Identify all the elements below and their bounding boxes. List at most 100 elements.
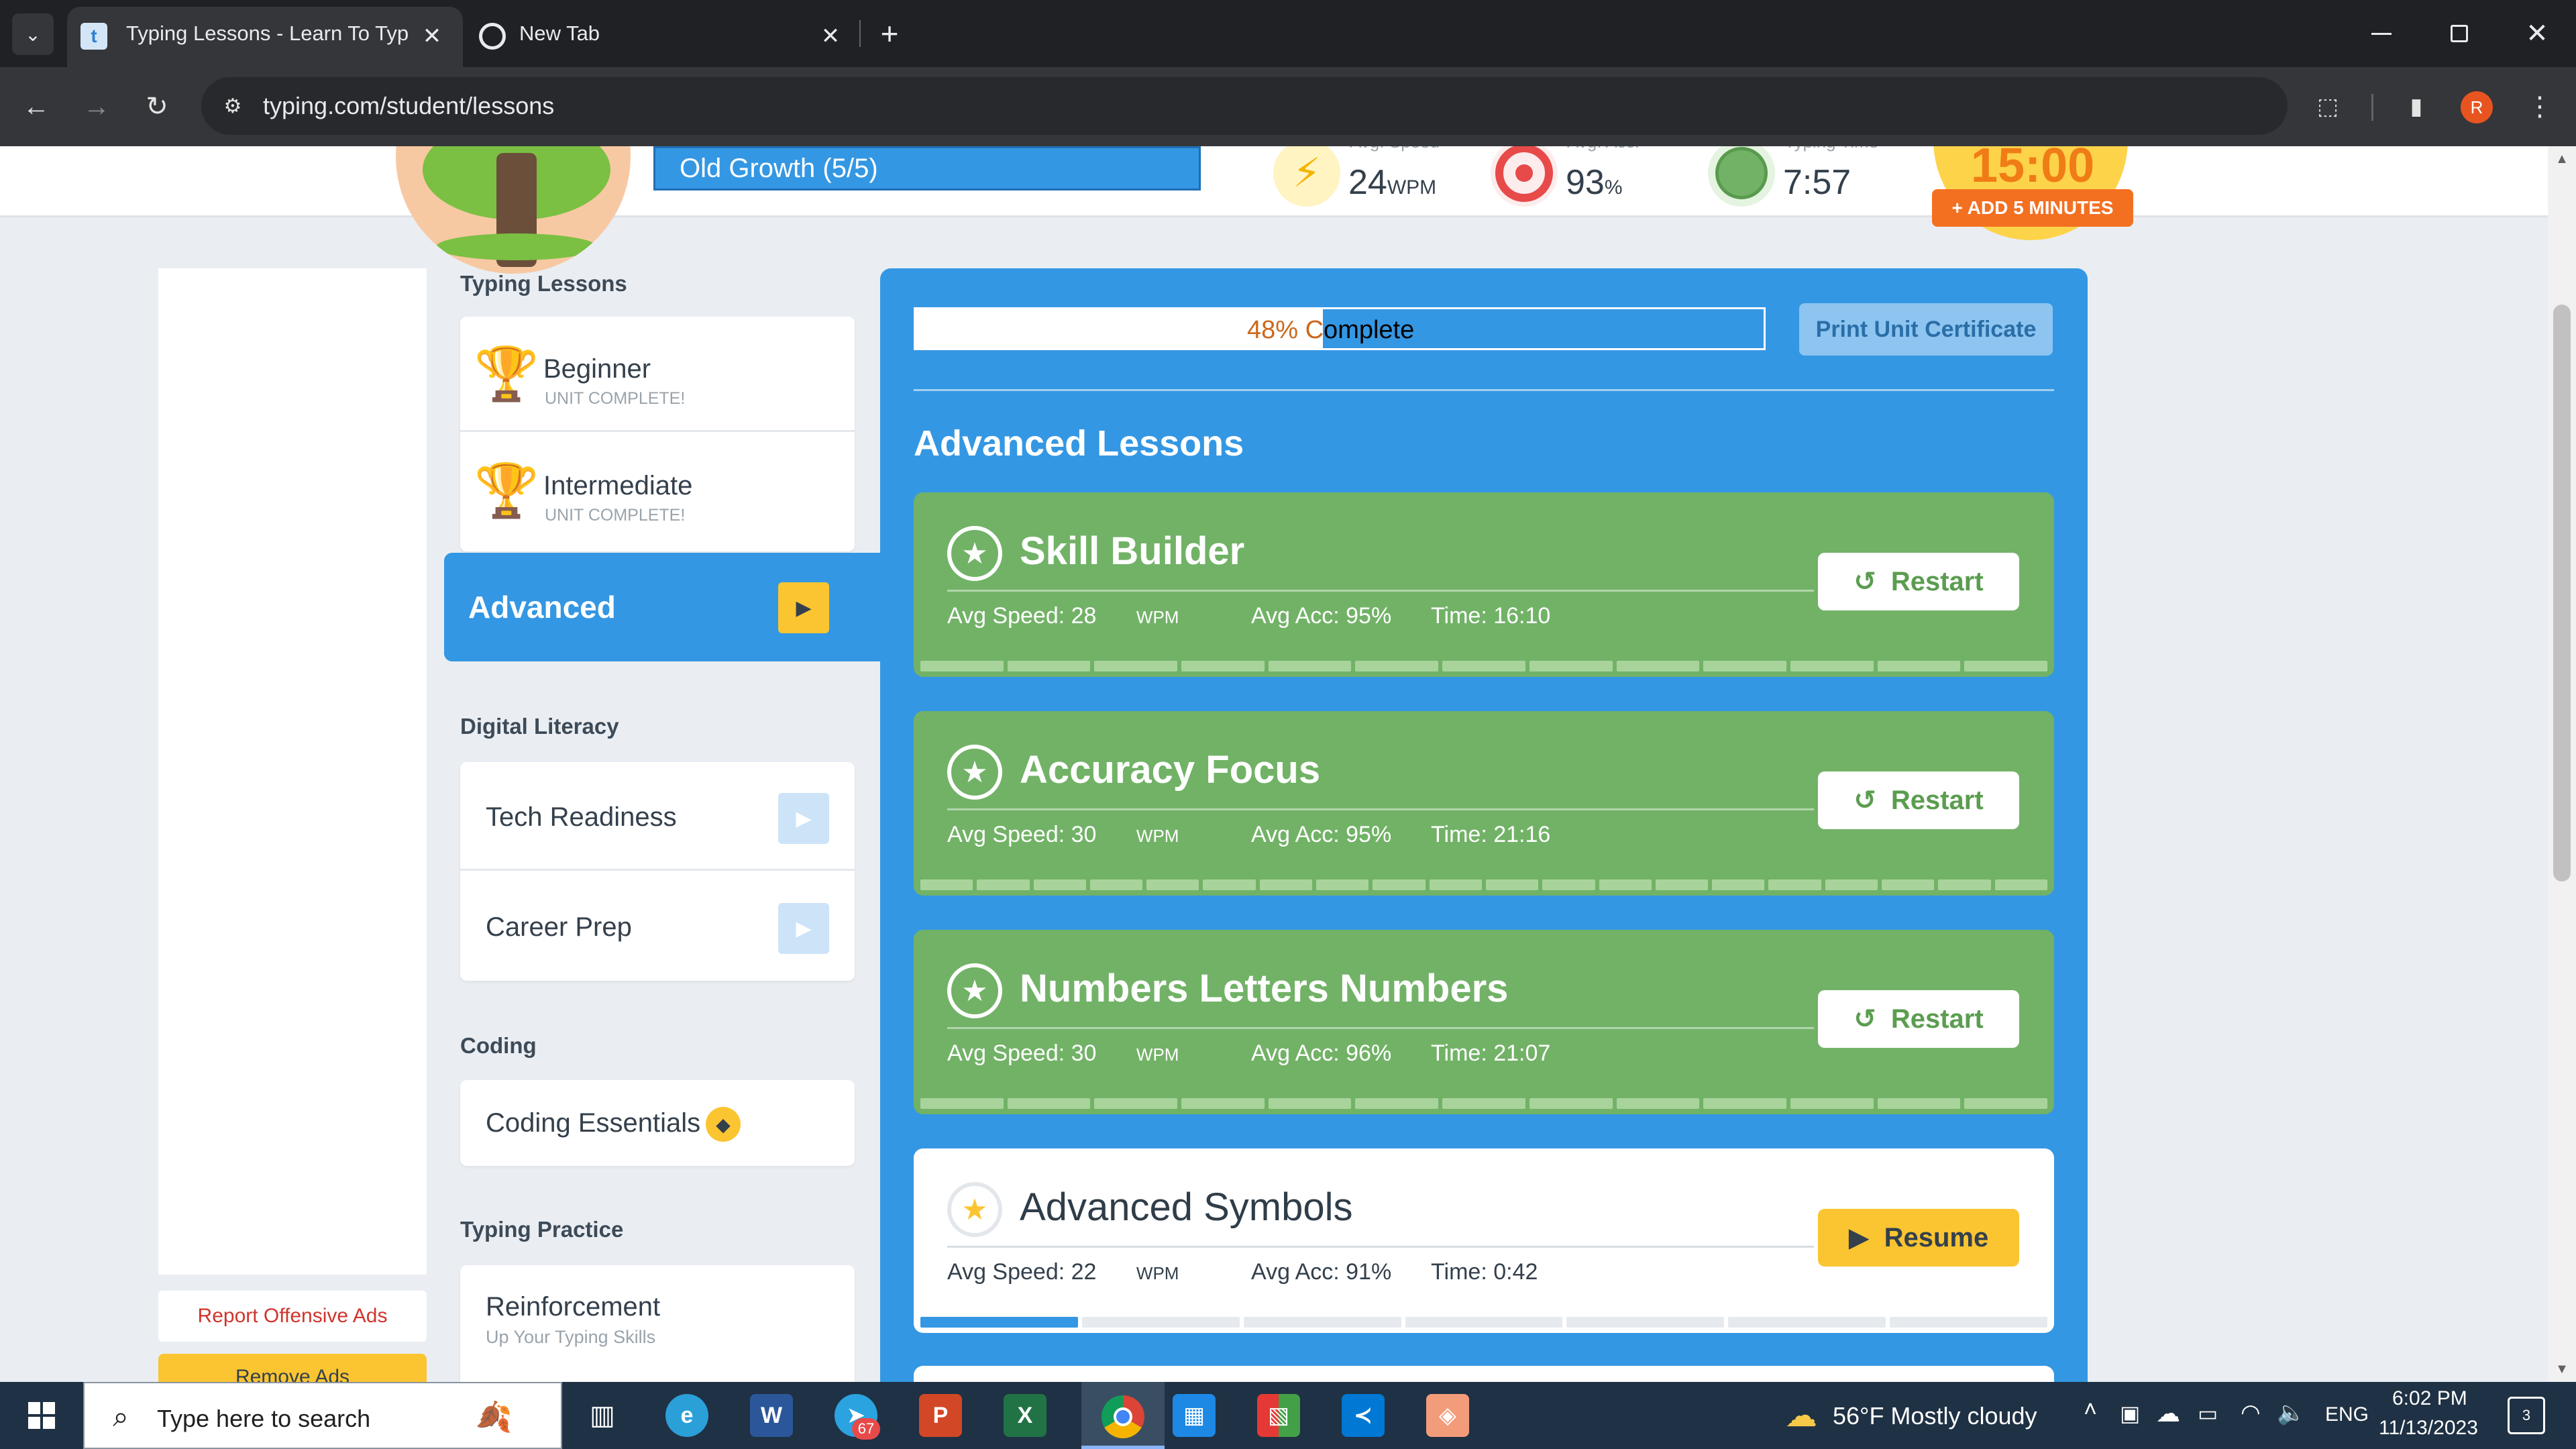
nav-item-reinforcement[interactable]: Reinforcement Up Your Typing Skills bbox=[460, 1265, 855, 1382]
restart-button[interactable]: ↺ Restart bbox=[1818, 771, 2019, 829]
restart-button[interactable]: ↺ Restart bbox=[1818, 553, 2019, 610]
taskbar-search-box[interactable]: ⌕ Type here to search 🍂 bbox=[83, 1382, 562, 1449]
nav-item-subtitle: Up Your Typing Skills bbox=[486, 1327, 656, 1347]
tab-active[interactable]: t Typing Lessons - Learn To Type ✕ bbox=[67, 7, 463, 67]
taskbar-active-app[interactable] bbox=[1081, 1382, 1165, 1449]
star-icon: ★ bbox=[947, 963, 1002, 1018]
address-bar[interactable]: ⚙ typing.com/student/lessons bbox=[201, 77, 2288, 135]
search-highlight-icon: 🍂 bbox=[475, 1401, 513, 1434]
weather-text[interactable]: 56°F Mostly cloudy bbox=[1833, 1402, 2037, 1430]
site-settings-icon[interactable]: ⚙ bbox=[215, 88, 251, 124]
progress-segment bbox=[1259, 879, 1313, 890]
onedrive-icon[interactable]: ☁ bbox=[2156, 1399, 2180, 1428]
side-panel-icon[interactable]: ▮ bbox=[2396, 87, 2436, 127]
wifi-icon[interactable]: ◠ bbox=[2241, 1399, 2261, 1426]
panel-divider bbox=[914, 389, 2054, 391]
progress-segment bbox=[1243, 1317, 1401, 1328]
lightning-icon: ⚡ bbox=[1273, 146, 1340, 207]
battery-icon[interactable]: ▭ bbox=[2198, 1401, 2218, 1426]
report-ads-link[interactable]: Report Offensive Ads bbox=[158, 1291, 427, 1342]
weather-icon[interactable]: ☁ bbox=[1778, 1394, 1825, 1437]
play-icon[interactable]: ▶ bbox=[778, 582, 829, 633]
print-certificate-button[interactable]: Print Unit Certificate bbox=[1799, 303, 2053, 356]
progress-segment bbox=[1094, 1098, 1178, 1109]
extensions-icon[interactable]: ⬚ bbox=[2308, 87, 2348, 127]
ad-space bbox=[158, 268, 427, 1275]
language-indicator[interactable]: ENG bbox=[2325, 1403, 2369, 1426]
tab-title: New Tab bbox=[519, 21, 600, 45]
progress-segment bbox=[1529, 661, 1613, 672]
nav-item-tech-readiness[interactable]: Tech Readiness ▶ bbox=[460, 762, 855, 871]
stat-speed-label: Avg. Speed bbox=[1350, 146, 1440, 152]
browser-menu-icon[interactable]: ⋮ bbox=[2520, 87, 2560, 127]
nav-item-intermediate[interactable]: 🏆 Intermediate UNIT COMPLETE! bbox=[460, 433, 855, 551]
clock-date[interactable]: 11/13/2023 bbox=[2379, 1417, 2478, 1440]
excel-icon[interactable]: X bbox=[1004, 1394, 1046, 1437]
trophy-icon: 🏆 bbox=[474, 344, 539, 403]
url-text[interactable]: typing.com/student/lessons bbox=[263, 92, 554, 120]
play-icon[interactable]: ▶ bbox=[778, 903, 829, 954]
close-window-icon[interactable]: ✕ bbox=[2517, 13, 2557, 54]
progress-segment bbox=[1964, 661, 2047, 672]
forward-arrow-icon[interactable]: → bbox=[76, 87, 117, 127]
word-icon[interactable]: W bbox=[750, 1394, 793, 1437]
lesson-card-advanced-symbols[interactable]: ★ Advanced Symbols Avg Speed: 22 WPM Avg… bbox=[914, 1148, 2054, 1333]
paint-app-icon[interactable]: ▧ bbox=[1257, 1394, 1300, 1437]
lesson-stats: Avg Speed: 30 WPM Avg Acc: 95% Time: 21:… bbox=[947, 822, 1584, 848]
lesson-time: Time: 21:07 bbox=[1431, 1040, 1551, 1066]
lesson-card-skill-builder[interactable]: ★ Skill Builder Avg Speed: 28 WPM Avg Ac… bbox=[914, 492, 2054, 677]
nav-item-advanced[interactable]: Advanced ▶ bbox=[444, 553, 880, 661]
lessons-panel: 48% Complete Print Unit Certificate Adva… bbox=[880, 268, 2088, 1382]
calendar-icon[interactable]: ▦ bbox=[1173, 1394, 1216, 1437]
vscode-icon[interactable]: ≺ bbox=[1342, 1394, 1385, 1437]
powerpoint-icon[interactable]: P bbox=[919, 1394, 962, 1437]
tab-title: Typing Lessons - Learn To Type bbox=[126, 21, 408, 45]
clock-time[interactable]: 6:02 PM bbox=[2392, 1387, 2467, 1410]
add-minutes-button[interactable]: + ADD 5 MINUTES bbox=[1932, 189, 2133, 227]
scroll-down-icon[interactable]: ▼ bbox=[2548, 1359, 2576, 1379]
page-scrollbar[interactable]: ▲ ▼ bbox=[2548, 146, 2576, 1382]
notification-count: 3 bbox=[2522, 1407, 2531, 1424]
tab-search-button[interactable]: ⌄ bbox=[12, 13, 54, 55]
minimize-window-icon[interactable] bbox=[2361, 13, 2402, 54]
windows-taskbar: ⌕ Type here to search 🍂 ▥ e W ➤ 67 P X ▦… bbox=[0, 1382, 2576, 1449]
progress-segment bbox=[1728, 1317, 1886, 1328]
play-icon[interactable]: ▶ bbox=[778, 793, 829, 844]
meet-icon[interactable]: ▣ bbox=[2120, 1401, 2140, 1426]
tab-divider bbox=[859, 20, 861, 47]
remove-ads-button[interactable]: Remove Ads bbox=[158, 1354, 427, 1382]
lesson-title: Accuracy Focus bbox=[1020, 748, 1321, 792]
scrollbar-thumb[interactable] bbox=[2553, 305, 2571, 881]
tab-close-icon[interactable]: ✕ bbox=[817, 23, 844, 50]
tray-chevron-icon[interactable]: ˄ bbox=[2077, 1397, 2104, 1423]
scroll-up-icon[interactable]: ▲ bbox=[2548, 149, 2576, 169]
nav-item-coding-essentials[interactable]: Coding Essentials ◆ bbox=[460, 1080, 855, 1166]
search-icon: ⌕ bbox=[113, 1400, 129, 1432]
progress-segment bbox=[1529, 1098, 1613, 1109]
star-icon: ★ bbox=[947, 745, 1002, 800]
volume-icon[interactable]: 🔈 bbox=[2277, 1399, 2305, 1426]
back-arrow-icon[interactable]: ← bbox=[16, 87, 56, 127]
restart-button[interactable]: ↺ Restart bbox=[1818, 990, 2019, 1048]
progress-segment bbox=[1316, 879, 1369, 890]
edge-icon[interactable]: e bbox=[665, 1394, 708, 1437]
lesson-card-accuracy-focus[interactable]: ★ Accuracy Focus Avg Speed: 30 WPM Avg A… bbox=[914, 711, 2054, 896]
nav-item-career-prep[interactable]: Career Prep ▶ bbox=[460, 872, 855, 981]
search-placeholder: Type here to search bbox=[157, 1405, 371, 1432]
section-typing-lessons: Typing Lessons bbox=[460, 271, 627, 296]
lesson-accuracy: Avg Acc: 95% bbox=[1251, 822, 1392, 847]
lesson-divider bbox=[947, 808, 1814, 810]
windows-start-icon[interactable] bbox=[16, 1395, 67, 1436]
reload-icon[interactable]: ↻ bbox=[137, 87, 177, 127]
tab-close-icon[interactable]: ✕ bbox=[419, 23, 445, 50]
tab-new-tab[interactable]: New Tab ✕ bbox=[466, 7, 861, 67]
lesson-card-numbers-letters-numbers[interactable]: ★ Numbers Letters Numbers Avg Speed: 30 … bbox=[914, 930, 2054, 1114]
notification-icon[interactable]: 3 bbox=[2508, 1397, 2545, 1434]
task-view-icon[interactable]: ▥ bbox=[581, 1394, 624, 1437]
nav-item-beginner[interactable]: 🏆 Beginner UNIT COMPLETE! bbox=[460, 317, 855, 432]
restore-window-icon[interactable] bbox=[2439, 13, 2479, 54]
resume-button[interactable]: ▶ Resume bbox=[1818, 1209, 2019, 1267]
new-tab-button[interactable]: + bbox=[869, 13, 910, 54]
profile-avatar[interactable]: R bbox=[2461, 91, 2493, 123]
layers-app-icon[interactable]: ◈ bbox=[1426, 1394, 1469, 1437]
